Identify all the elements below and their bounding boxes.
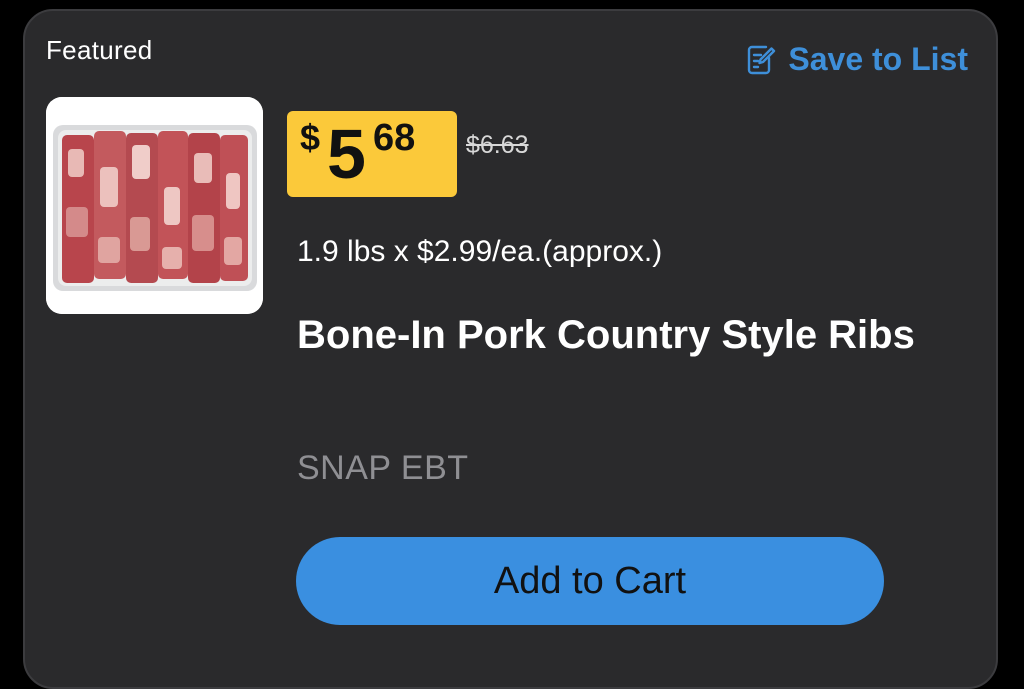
edit-list-icon (746, 44, 776, 76)
save-to-list-button[interactable]: Save to List (746, 41, 968, 78)
save-to-list-label: Save to List (788, 41, 968, 77)
product-name[interactable]: Bone-In Pork Country Style Ribs (297, 301, 937, 369)
price-currency: $ (300, 117, 321, 158)
original-price: $6.63 (466, 131, 529, 159)
price-dollars: 5 (327, 115, 366, 193)
product-image[interactable] (46, 97, 263, 314)
product-card: Featured Save to List $ 5 68 $6.63 1.9 l… (23, 9, 998, 689)
snap-ebt-label: SNAP EBT (297, 449, 469, 487)
add-to-cart-button[interactable]: Add to Cart (296, 537, 884, 625)
sale-price-tag: $ 5 68 (287, 111, 457, 197)
price-cents: 68 (373, 117, 416, 159)
quantity-price-info: 1.9 lbs x $2.99/ea.(approx.) (297, 235, 663, 268)
featured-badge: Featured (46, 35, 153, 65)
